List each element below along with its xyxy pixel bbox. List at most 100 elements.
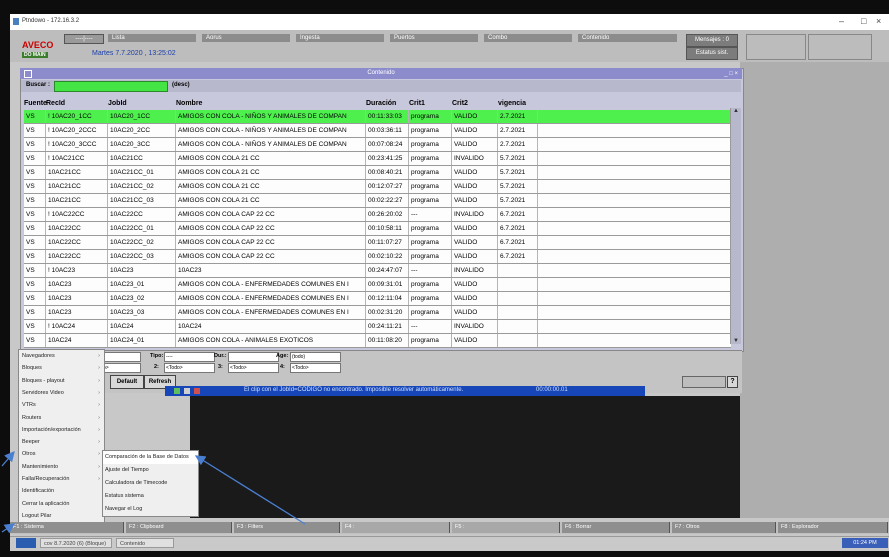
function-key[interactable]: F1 : Sistema — [10, 522, 124, 533]
function-key[interactable]: F7 : Otros — [672, 522, 776, 533]
submenu-item[interactable]: Navegar el Log — [103, 503, 198, 516]
close-button[interactable]: × — [876, 16, 881, 26]
table-row[interactable]: VS! 10AC24 10AC24 10AC24 00:24:11:21 --- INVA… — [24, 320, 731, 334]
table-row[interactable]: VS 10AC21CC 10AC21CC_03 AMIGOS CON COLA 21 … — [24, 194, 731, 208]
table-cell: programa — [409, 236, 452, 249]
table-scrollbar[interactable]: ▲ ▼ — [730, 108, 741, 344]
function-key[interactable]: F5 : — [452, 522, 560, 533]
filter-select[interactable]: ---- — [164, 352, 215, 362]
nav-puertos[interactable]: Puertos — [390, 34, 478, 42]
table-cell: AMIGOS CON COLA - ANIMALES EXOTICOS — [176, 334, 366, 347]
table-row[interactable]: VS! 10AC21CC 10AC21CC AMIGOS CON COLA 21 C… — [24, 152, 731, 166]
taskbar-item-contenido[interactable]: Contenido — [116, 538, 174, 548]
table-row[interactable]: VS 10AC23 10AC23_01 AMIGOS CON COLA - ENFER… — [24, 278, 731, 292]
table-row[interactable]: VS 10AC21CC 10AC21CC_01 AMIGOS CON COLA 21 … — [24, 166, 731, 180]
menu-item[interactable]: Servidores Video › — [19, 387, 104, 400]
top-indicator[interactable]: ----|---- — [64, 34, 104, 44]
table-cell: INVALIDO — [452, 208, 498, 221]
table-row[interactable]: VS 10AC22CC 10AC22CC_01 AMIGOS CON COLA CAP… — [24, 222, 731, 236]
nav-lista[interactable]: Lista — [108, 34, 196, 42]
system-status-button[interactable]: Estatus sist. — [686, 47, 738, 60]
column-header[interactable]: RecId — [46, 98, 108, 110]
function-key[interactable]: F4 : — [342, 522, 450, 533]
menu-item[interactable]: VTRs › — [19, 399, 104, 412]
table-row[interactable]: VS! 10AC20_2CCC 10AC20_2CC AMIGOS CON COLA… — [24, 124, 731, 138]
table-cell: 00:08:40:21 — [366, 166, 409, 179]
filter-select[interactable]: (todo) — [290, 352, 341, 362]
function-key[interactable]: F8 : Explorador — [778, 522, 888, 533]
function-key[interactable]: F3 : Filters — [234, 522, 340, 533]
filter-select[interactable]: <Todo> — [164, 363, 215, 373]
table-cell: 00:12:11:04 — [366, 292, 409, 305]
menu-item[interactable]: Routers › — [19, 412, 104, 425]
menu-item[interactable]: Logout Pilar — [19, 510, 104, 523]
table-row[interactable]: VS 10AC23 10AC23_03 AMIGOS CON COLA - ENFER… — [24, 306, 731, 320]
table-row[interactable]: VS 10AC24 10AC24_01 AMIGOS CON COLA - ANIMA… — [24, 334, 731, 348]
nav-contenido[interactable]: Contenido — [578, 34, 677, 42]
column-header[interactable]: Duración — [366, 98, 409, 110]
table-cell: AMIGOS CON COLA CAP 22 CC — [176, 222, 366, 235]
menu-item[interactable]: Identificación — [19, 485, 104, 498]
menu-item[interactable]: Otros › — [19, 448, 104, 461]
table-cell: VS — [24, 124, 46, 137]
menu-item[interactable]: Bloques - playout › — [19, 375, 104, 388]
function-key[interactable]: F6 : Borrar — [562, 522, 670, 533]
table-row[interactable]: VS 10AC22CC 10AC22CC_02 AMIGOS CON COLA CAP… — [24, 236, 731, 250]
scroll-down-icon[interactable]: ▼ — [733, 338, 739, 344]
column-header[interactable]: Crit1 — [409, 98, 452, 110]
nav-combo[interactable]: Combo — [484, 34, 572, 42]
table-cell — [498, 320, 538, 333]
menu-item[interactable]: Beeper › — [19, 436, 104, 449]
column-header[interactable]: vigencia — [498, 98, 538, 110]
column-header[interactable]: Nombre — [176, 98, 366, 110]
menu-item[interactable]: Cerrar la aplicación — [19, 498, 104, 511]
table-row[interactable]: VS! 10AC23 10AC23 10AC23 00:24:47:07 --- INVA… — [24, 264, 731, 278]
panel-menu-icon[interactable] — [24, 70, 32, 78]
filter-select[interactable] — [228, 352, 279, 362]
table-cell: 10AC21CC_03 — [108, 194, 176, 207]
table-cell: 6.7.2021 — [498, 250, 538, 263]
submenu-item[interactable]: Comparación de la Base de Datos — [103, 451, 198, 464]
table-cell: 00:23:41:25 — [366, 152, 409, 165]
maximize-button[interactable]: □ — [861, 16, 866, 26]
table-row[interactable]: VS! 10AC20_3CCC 10AC20_3CC AMIGOS CON COLA… — [24, 138, 731, 152]
default-button[interactable]: Default — [110, 375, 144, 389]
table-row[interactable]: VS! 10AC22CC 10AC22CC AMIGOS CON COLA CAP … — [24, 208, 731, 222]
menu-item[interactable]: Navegadores › — [19, 350, 104, 363]
table-cell: ! 10AC21CC — [46, 152, 108, 165]
column-header[interactable]: Fuente — [24, 98, 47, 110]
search-input[interactable] — [54, 81, 168, 92]
submenu-item[interactable]: Calculadora de Timecode — [103, 477, 198, 490]
minimize-button[interactable]: – — [839, 16, 844, 26]
table-cell: 6.7.2021 — [498, 222, 538, 235]
table-row[interactable]: VS 10AC21CC 10AC21CC_02 AMIGOS CON COLA 21 … — [24, 180, 731, 194]
submenu-item[interactable]: Ajuste del Tiempo — [103, 464, 198, 477]
menu-item[interactable]: Falla/Recuperación › — [19, 473, 104, 486]
column-header[interactable]: JobId — [108, 98, 176, 110]
scroll-up-icon[interactable]: ▲ — [733, 108, 739, 114]
filter-label: 4: — [280, 364, 285, 370]
panel-window-controls[interactable]: _ □ × — [724, 69, 738, 80]
nav-aorus[interactable]: Aorus — [202, 34, 290, 42]
message-icon-1 — [174, 388, 180, 394]
table-cell: AMIGOS CON COLA - NIÑOS Y ANIMALES DE CO… — [176, 110, 366, 123]
submenu-item[interactable]: Estatus sistema — [103, 490, 198, 503]
table-cell: 00:11:33:03 — [366, 110, 409, 123]
function-key[interactable]: F2 : Clipboard — [126, 522, 232, 533]
menu-item[interactable]: Mantenimiento › — [19, 461, 104, 474]
taskbar-item-bloque[interactable]: cov 8.7.2020 (6) (Bloque) — [40, 538, 112, 548]
table-cell: 2.7.2021 — [498, 124, 538, 137]
messages-button[interactable]: Mensajes : 0 — [686, 34, 738, 47]
table-row[interactable]: VS 10AC22CC 10AC22CC_03 AMIGOS CON COLA CAP… — [24, 250, 731, 264]
start-icon[interactable] — [16, 538, 36, 548]
help-button[interactable]: ? — [727, 376, 738, 388]
nav-ingesta[interactable]: Ingesta — [296, 34, 384, 42]
menu-item[interactable]: Importación/exportación › — [19, 424, 104, 437]
filter-label: 3: — [218, 364, 223, 370]
column-header[interactable]: Crit2 — [452, 98, 498, 110]
table-row[interactable]: VS 10AC23 10AC23_02 AMIGOS CON COLA - ENFER… — [24, 292, 731, 306]
filter-select[interactable]: <Todo> — [290, 363, 341, 373]
menu-item[interactable]: Bloques › — [19, 362, 104, 375]
filter-select[interactable]: <Todo> — [228, 363, 279, 373]
table-row[interactable]: VS! 10AC20_1CC 10AC20_1CC AMIGOS CON COLA … — [24, 110, 731, 124]
